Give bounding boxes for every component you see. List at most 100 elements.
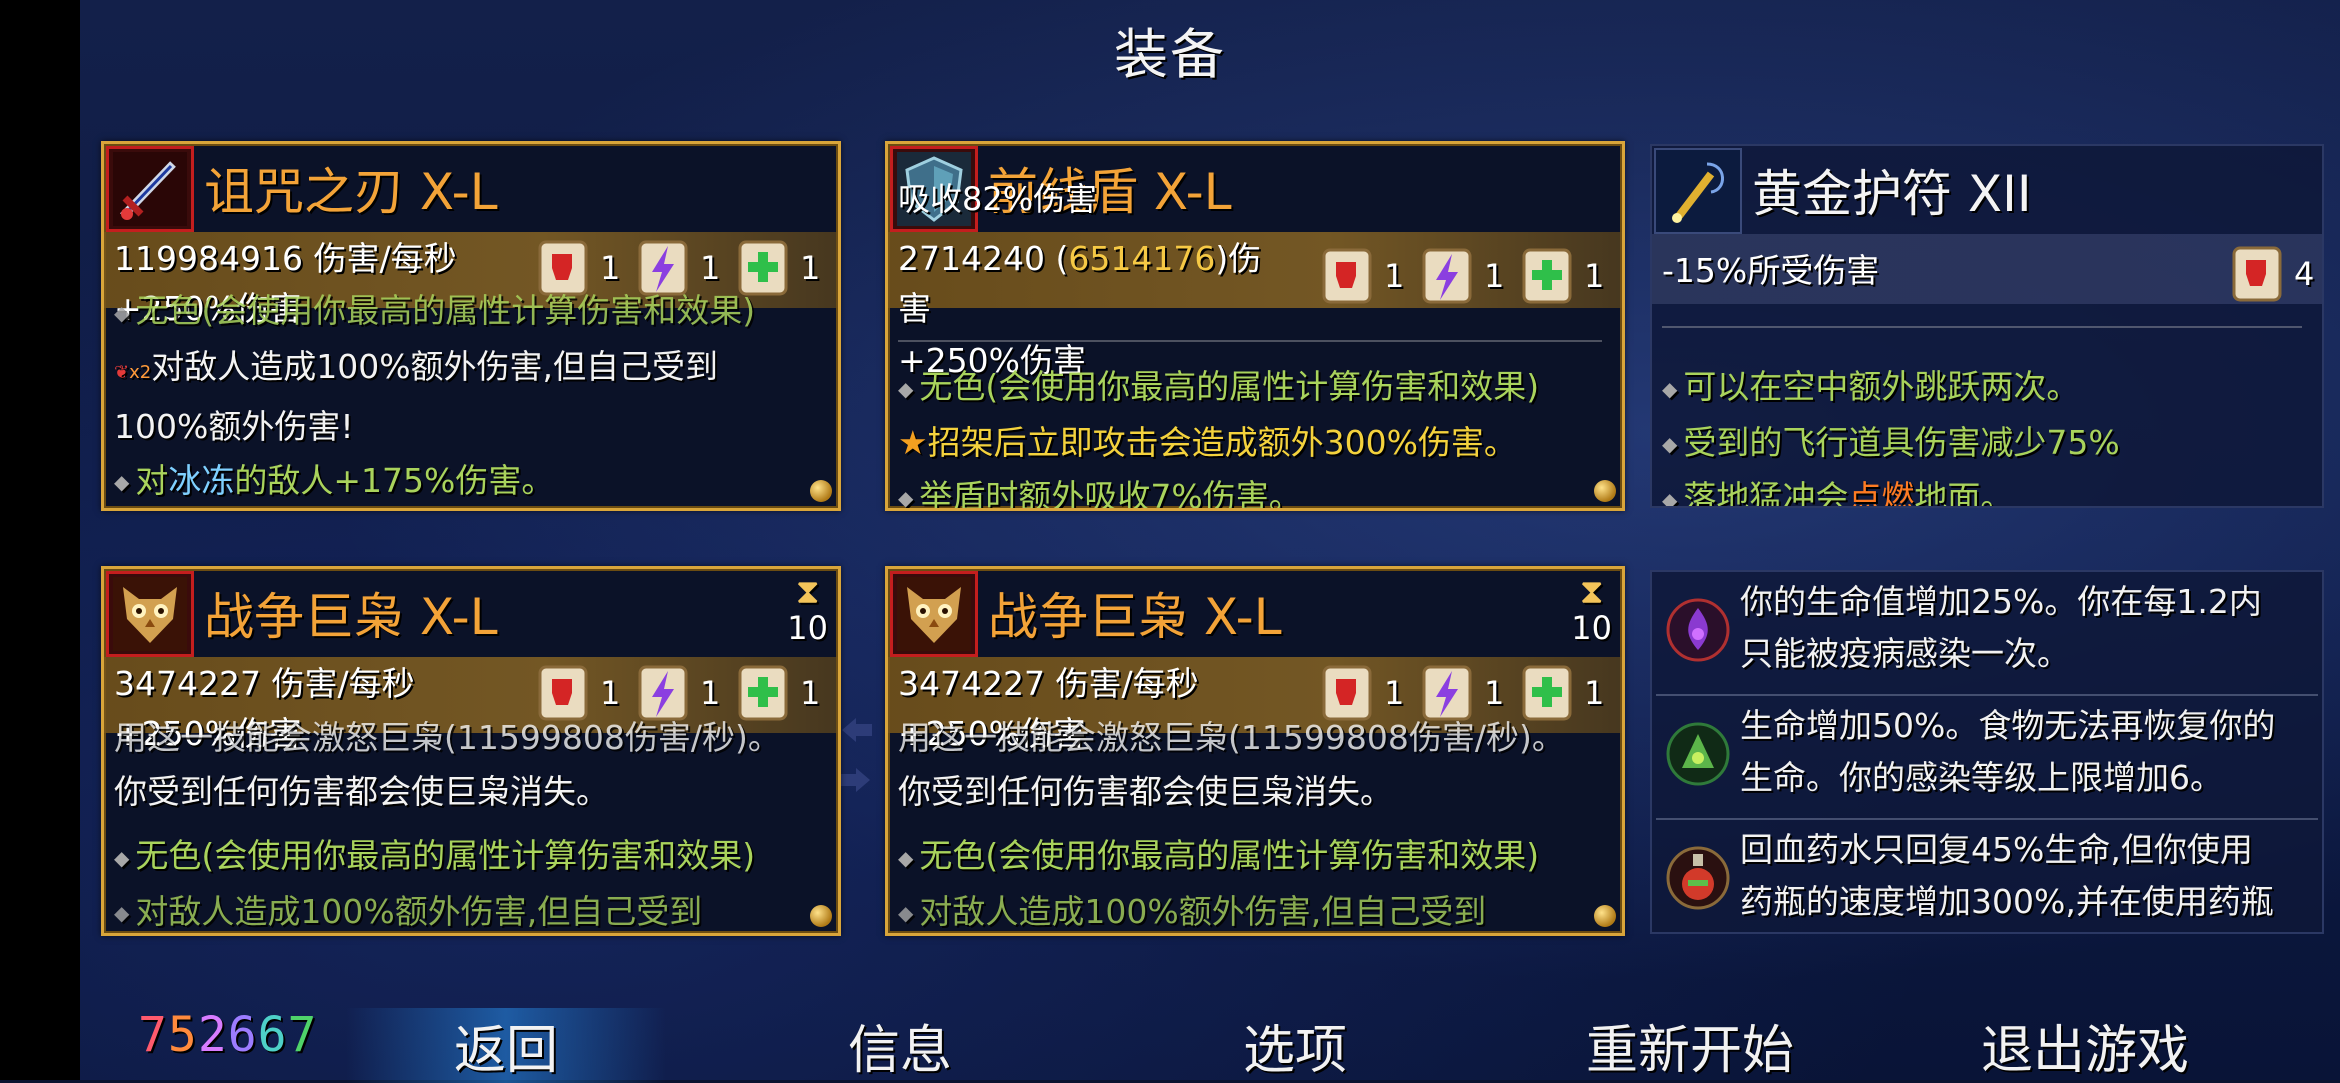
skill-slot-2[interactable]: 战争巨枭 X-L ⧗ 10 3474227 伤害/每秒 +250%伤害 1 1 … [885, 566, 1625, 936]
tactics-count: 1 [1484, 257, 1505, 295]
survival-count: 1 [800, 674, 821, 712]
item-description: ◆ 无色(会使用你最高的属性计算伤害和效果) ❦x2对敌人造成100%额外伤害,但… [114, 291, 818, 508]
survival-count: 1 [800, 249, 821, 287]
survival-count: 1 [1584, 257, 1605, 295]
desc-colorless: ◆ 无色(会使用你最高的属性计算伤害和效果) [114, 291, 756, 330]
hourglass-icon: ⧗ [795, 572, 820, 612]
corner-ornament [1594, 480, 1616, 502]
item-description: 用这一技能会激怒巨枭(11599808伤害/秒)。 你受到任何伤害都会使巨枭消失… [898, 718, 1602, 933]
brutality-count: 1 [1384, 257, 1405, 295]
cooldown: ⧗ 10 [787, 575, 828, 647]
star-icon: ★ [898, 422, 928, 462]
shield-damage: 2714240 (6514176)伤 [898, 239, 1262, 278]
back-button[interactable]: 返回 [346, 1008, 666, 1083]
restart-button[interactable]: 重新开始 [1530, 1008, 1850, 1083]
tactics-count: 1 [1484, 674, 1505, 712]
desc-owl-vanish: 你受到任何伤害都会使巨枭消失。 [114, 772, 609, 811]
seed-number: 752667 [138, 1007, 318, 1063]
mutation-text: 回血药水只回复45%生命,但你使用 药瓶的速度增加300%,并在使用药瓶 [1740, 830, 2274, 921]
cooldown: ⧗ 10 [1571, 575, 1612, 647]
potion-mutation-icon [1666, 846, 1730, 910]
dps-value: 119984916 伤害/每秒 [114, 239, 457, 278]
swap-skills-icon[interactable] [838, 710, 874, 800]
desc-colorless: ◆ 无色(会使用你最高的属性计算伤害和效果) [898, 836, 1540, 875]
desc-owl-cut: 用这一技能会激怒巨枭(11599808伤害/秒)。 [114, 718, 781, 757]
amulet-icon [1672, 162, 1724, 223]
skill-icon-frame [106, 571, 194, 657]
survival-count: 1 [1584, 674, 1605, 712]
amulet-slot[interactable]: 黄金护符 XII -15%所受伤害 4 ◆ 可以在空中额外跳跃两次。 ◆ 受到的飞行… [1650, 144, 2324, 508]
war-owl-icon [113, 577, 187, 651]
desc-colorless: ◆ 无色(会使用你最高的属性计算伤害和效果) [114, 836, 756, 875]
item-name: 诅咒之刃 X-L [204, 163, 498, 221]
mutation-row[interactable]: 回血药水只回复45%生命,但你使用 药瓶的速度增加300%,并在使用药瓶 [1656, 820, 2318, 932]
brutality-count: 1 [1384, 674, 1405, 712]
divider [898, 340, 1602, 342]
mutation-text: 生命增加50%。食物无法再恢复你的 生命。你的感染等级上限增加6。 [1740, 706, 2276, 797]
corner-ornament [810, 480, 832, 502]
item-name: 黄金护符 XII [1752, 165, 2032, 223]
brutality-count: 1 [600, 249, 621, 287]
shield-damage-cont: 害 [898, 289, 931, 328]
mutation-row[interactable]: 你的生命值增加25%。你在每1.2内 只能被疫病感染一次。 [1656, 572, 2318, 694]
dps-value: 3474227 伤害/每秒 [898, 664, 1199, 703]
desc-owl-vanish: 你受到任何伤害都会使巨枭消失。 [898, 772, 1393, 811]
mutation-text: 你的生命值增加25%。你在每1.2内 只能被疫病感染一次。 [1740, 582, 2262, 673]
desc-freeze: ◆ 对冰冻的敌人+175%伤害。 [114, 460, 555, 500]
tactics-scroll: 1 [1416, 244, 1508, 308]
survival-scroll: 1 [1516, 244, 1608, 308]
quit-game-button[interactable]: 退出游戏 [1925, 1008, 2245, 1083]
brutality-count: 4 [2294, 255, 2315, 293]
desc-double-jump: ◆ 可以在空中额外跳跃两次。 [1662, 367, 2080, 406]
skill-slot-1[interactable]: 战争巨枭 X-L ⧗ 10 3474227 伤害/每秒 +250%伤害 1 1 … [101, 566, 841, 936]
scroll-counts: 4 [2226, 242, 2318, 306]
cursed-sword-icon [113, 152, 187, 226]
tactics-count: 1 [700, 674, 721, 712]
curse-badge: x2 [129, 361, 152, 383]
desc-ignite: ◆ 落地猛冲会点燃地面。 [1662, 478, 2014, 508]
left-black-margin [0, 0, 80, 1080]
tactics-scroll-icon [1422, 248, 1472, 304]
item-description: ◆ 可以在空中额外跳跃两次。 ◆ 受到的飞行道具伤害减少75% ◆ 落地猛冲会点燃地面… [1662, 360, 2302, 508]
shield-slot[interactable]: 前线盾 X-L 吸收82%伤害 2714240 (6514176)伤 害 +25… [885, 141, 1625, 511]
tactics-count: 1 [700, 249, 721, 287]
skill-icon-frame [890, 571, 978, 657]
divider [1662, 326, 2302, 328]
curse-icon: ❦ [114, 361, 130, 383]
hourglass-icon: ⧗ [1579, 572, 1604, 612]
cooldown-value: 10 [787, 609, 828, 647]
desc-curse: ◆ 对敌人造成100%额外伤害,但自己受到 [898, 891, 1487, 931]
weapon-icon-frame [106, 146, 194, 232]
item-name: 战争巨枭 X-L [988, 588, 1282, 646]
brutality-scroll-icon [2232, 246, 2282, 302]
corner-ornament [1594, 905, 1616, 927]
brutality-scroll-icon [1322, 248, 1372, 304]
shield-tooltip: 吸收82%伤害 [898, 180, 1098, 218]
cooldown-value: 10 [1571, 609, 1612, 647]
amulet-stat: -15%所受伤害 [1662, 251, 1880, 290]
desc-parry: ★招架后立即攻击会造成额外300%伤害。 [898, 422, 1517, 462]
desc-projectile: ◆ 受到的飞行道具伤害减少75% [1662, 422, 2120, 462]
weapon-slot-1[interactable]: 诅咒之刃 X-L 119984916 伤害/每秒 +250%伤害 1 1 1 ◆… [101, 141, 841, 511]
item-description: ◆ 无色(会使用你最高的属性计算伤害和效果) ★招架后立即攻击会造成额外300%伤… [898, 360, 1602, 511]
scroll-counts: 1 1 1 [1316, 244, 1608, 308]
desc-curse-cont: 100%额外伤害! [114, 406, 354, 446]
dps-value: 3474227 伤害/每秒 [114, 664, 415, 703]
desc-curse: ❦x2对敌人造成100%额外伤害,但自己受到 [114, 346, 719, 386]
item-name: 战争巨枭 X-L [204, 588, 498, 646]
plague-mutation-icon [1666, 598, 1730, 662]
disgusting-mutation-icon [1666, 722, 1730, 786]
brutality-count: 1 [600, 674, 621, 712]
mutation-row[interactable]: 生命增加50%。食物无法再恢复你的 生命。你的感染等级上限增加6。 [1656, 696, 2318, 818]
survival-scroll-icon [1522, 248, 1572, 304]
war-owl-icon [897, 577, 971, 651]
item-description: 用这一技能会激怒巨枭(11599808伤害/秒)。 你受到任何伤害都会使巨枭消失… [114, 718, 818, 933]
info-button[interactable]: 信息 [740, 1008, 1060, 1083]
desc-block: ◆ 举盾时额外吸收7%伤害。 [898, 476, 1302, 511]
desc-curse: ◆ 对敌人造成100%额外伤害,但自己受到 [114, 891, 703, 931]
mutations-panel: 你的生命值增加25%。你在每1.2内 只能被疫病感染一次。 生命增加50%。食物… [1650, 570, 2324, 934]
amulet-icon-frame [1654, 148, 1742, 234]
brutality-scroll: 4 [2226, 242, 2318, 306]
options-button[interactable]: 选项 [1135, 1008, 1455, 1083]
desc-colorless: ◆ 无色(会使用你最高的属性计算伤害和效果) [898, 367, 1540, 406]
